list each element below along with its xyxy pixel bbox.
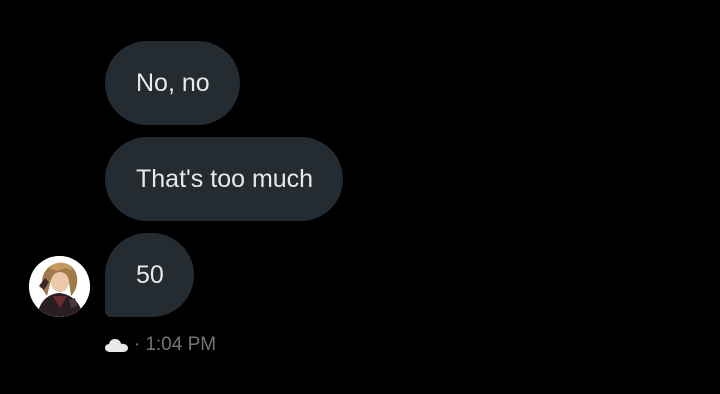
message-meta: · 1:04 PM bbox=[104, 333, 216, 357]
message-bubble[interactable]: No, no bbox=[105, 41, 240, 125]
message-bubble[interactable]: 50 bbox=[105, 233, 194, 317]
avatar-image bbox=[29, 256, 90, 317]
message-bubble[interactable]: That's too much bbox=[105, 137, 344, 221]
avatar[interactable] bbox=[29, 256, 90, 317]
message-text: No, no bbox=[136, 68, 210, 97]
message-text: 50 bbox=[136, 260, 164, 289]
message-text: That's too much bbox=[136, 164, 314, 193]
meta-separator: · bbox=[134, 334, 141, 355]
message-timestamp: 1:04 PM bbox=[145, 334, 217, 355]
message-thread: No, no That's too much 50 · 1:04 PM bbox=[0, 0, 720, 394]
cloud-icon bbox=[104, 337, 129, 353]
